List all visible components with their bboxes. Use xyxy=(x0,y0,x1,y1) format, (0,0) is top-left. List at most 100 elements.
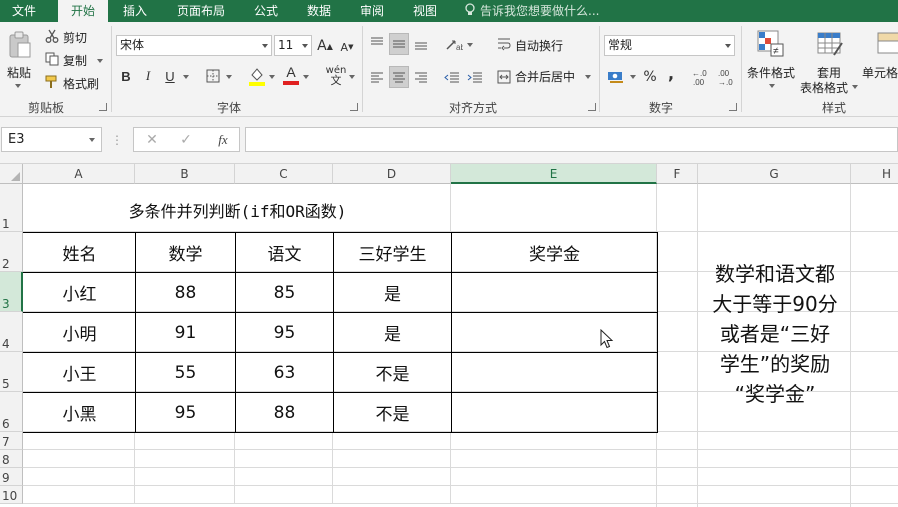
align-left-icon[interactable] xyxy=(367,66,387,88)
font-name-select[interactable]: 宋体 xyxy=(116,35,272,56)
format-as-table-line2[interactable]: 表格格式 xyxy=(800,79,848,96)
table-cell[interactable]: 88 xyxy=(136,273,235,312)
cell-styles-icon[interactable] xyxy=(876,28,898,58)
table-cell[interactable] xyxy=(452,353,657,392)
decrease-decimal-icon[interactable]: .00 →.0 xyxy=(716,67,738,87)
tab-file[interactable]: 文件 xyxy=(0,0,48,22)
select-all-corner[interactable] xyxy=(0,164,23,184)
row-header-8[interactable]: 8 xyxy=(0,450,23,468)
row-header-2[interactable]: 2 xyxy=(0,232,23,272)
selected-cell-e3[interactable] xyxy=(452,273,657,312)
borders-icon[interactable] xyxy=(204,67,222,85)
percent-button[interactable]: % xyxy=(641,66,659,88)
comma-button[interactable]: , xyxy=(664,62,678,84)
resize-handle-icon[interactable]: ⋮ xyxy=(111,132,123,148)
tab-insert[interactable]: 插入 xyxy=(112,0,158,22)
copy-button[interactable]: 复制 xyxy=(63,52,87,69)
paste-label[interactable]: 粘贴 xyxy=(7,64,31,81)
table-cell[interactable]: 小黑 xyxy=(24,393,135,432)
decrease-indent-icon[interactable] xyxy=(442,66,462,88)
format-painter-icon[interactable] xyxy=(44,74,60,90)
tab-view[interactable]: 视图 xyxy=(403,0,447,22)
italic-button[interactable]: I xyxy=(140,66,156,86)
column-header-h[interactable]: H xyxy=(851,164,898,184)
conditional-dropdown-icon[interactable] xyxy=(769,84,775,88)
align-bottom-icon[interactable] xyxy=(411,33,431,55)
header-merit-student-cell[interactable]: 三好学生 xyxy=(334,233,451,272)
scissors-icon[interactable] xyxy=(44,28,60,44)
tab-data[interactable]: 数据 xyxy=(297,0,341,22)
fill-color-icon[interactable] xyxy=(248,65,266,87)
column-header-d[interactable]: D xyxy=(333,164,451,184)
clipboard-launcher-icon[interactable] xyxy=(99,103,107,111)
paste-icon[interactable] xyxy=(6,30,34,60)
underline-dropdown-icon[interactable] xyxy=(183,75,189,79)
number-format-select[interactable]: 常规 xyxy=(604,35,735,56)
bold-button[interactable]: B xyxy=(118,66,134,86)
align-center-icon[interactable] xyxy=(389,66,409,88)
wrap-text-button[interactable]: 自动换行 xyxy=(515,37,563,54)
table-cell[interactable]: 88 xyxy=(236,393,333,432)
insert-function-button[interactable]: fx xyxy=(212,130,234,150)
row-header-7[interactable]: 7 xyxy=(0,432,23,450)
table-cell[interactable]: 小明 xyxy=(24,313,135,352)
table-format-dropdown-icon[interactable] xyxy=(852,85,858,89)
font-launcher-icon[interactable] xyxy=(350,103,358,111)
row-header-5[interactable]: 5 xyxy=(0,352,23,392)
tab-page-layout[interactable]: 页面布局 xyxy=(168,0,234,22)
row-header-10[interactable]: 10 xyxy=(0,486,23,504)
header-math-cell[interactable]: 数学 xyxy=(136,233,235,272)
orientation-icon[interactable]: ab xyxy=(443,34,465,54)
phonetic-guide-button[interactable]: wén 文 xyxy=(325,65,347,87)
table-cell[interactable]: 小王 xyxy=(24,353,135,392)
underline-button[interactable]: U xyxy=(162,66,178,86)
tab-home[interactable]: 开始 xyxy=(58,0,108,22)
column-header-b[interactable]: B xyxy=(135,164,235,184)
conditional-format-button[interactable]: 条件格式 xyxy=(747,64,795,81)
table-cell[interactable]: 63 xyxy=(236,353,333,392)
tab-review[interactable]: 审阅 xyxy=(350,0,394,22)
row-header-6[interactable]: 6 xyxy=(0,392,23,432)
merge-center-icon[interactable] xyxy=(496,68,512,86)
conditional-format-icon[interactable]: ≠ xyxy=(755,28,785,58)
table-cell[interactable]: 91 xyxy=(136,313,235,352)
phonetic-dropdown-icon[interactable] xyxy=(349,75,355,79)
paste-dropdown-icon[interactable] xyxy=(15,84,21,88)
instruction-note[interactable]: 数学和语文都 大于等于90分 或者是“三好 学生”的奖励 “奖学金” xyxy=(700,259,850,409)
grow-font-button[interactable]: A ▲ xyxy=(316,36,334,56)
increase-decimal-icon[interactable]: ←.0.00 xyxy=(690,67,712,87)
header-scholarship-cell[interactable]: 奖学金 xyxy=(452,233,657,272)
tell-me-search[interactable]: 告诉我您想要做什么... xyxy=(464,0,599,22)
copy-dropdown-icon[interactable] xyxy=(97,59,103,63)
row-header-3[interactable]: 3 xyxy=(0,272,23,312)
merge-dropdown-icon[interactable] xyxy=(585,75,591,79)
table-cell[interactable]: 是 xyxy=(334,313,451,352)
row-header-9[interactable]: 9 xyxy=(0,468,23,486)
font-color-button[interactable]: A xyxy=(283,64,299,86)
shrink-font-button[interactable]: A ▼ xyxy=(338,37,356,57)
table-cell[interactable]: 95 xyxy=(236,313,333,352)
borders-dropdown-icon[interactable] xyxy=(226,75,232,79)
copy-icon[interactable] xyxy=(44,51,60,67)
table-cell[interactable]: 55 xyxy=(136,353,235,392)
sheet-title-cell[interactable]: 多条件并列判断(if和OR函数) xyxy=(24,195,451,225)
tab-formulas[interactable]: 公式 xyxy=(244,0,288,22)
column-header-a[interactable]: A xyxy=(23,164,135,184)
header-chinese-cell[interactable]: 语文 xyxy=(236,233,333,272)
table-cell[interactable]: 小红 xyxy=(24,273,135,312)
header-name-cell[interactable]: 姓名 xyxy=(24,233,135,272)
enter-entry-button[interactable]: ✓ xyxy=(176,130,196,150)
cell-styles-button[interactable]: 单元格 xyxy=(862,64,898,81)
table-cell[interactable]: 95 xyxy=(136,393,235,432)
font-color-dropdown-icon[interactable] xyxy=(303,75,309,79)
fill-color-dropdown-icon[interactable] xyxy=(269,75,275,79)
currency-dropdown-icon[interactable] xyxy=(630,75,636,79)
column-header-g[interactable]: G xyxy=(698,164,851,184)
table-cell[interactable]: 85 xyxy=(236,273,333,312)
merge-center-button[interactable]: 合并后居中 xyxy=(515,68,575,85)
orientation-dropdown-icon[interactable] xyxy=(467,43,473,47)
align-right-icon[interactable] xyxy=(411,66,431,88)
wrap-text-icon[interactable] xyxy=(496,35,512,53)
table-cell[interactable]: 不是 xyxy=(334,393,451,432)
column-header-e[interactable]: E xyxy=(451,164,657,184)
